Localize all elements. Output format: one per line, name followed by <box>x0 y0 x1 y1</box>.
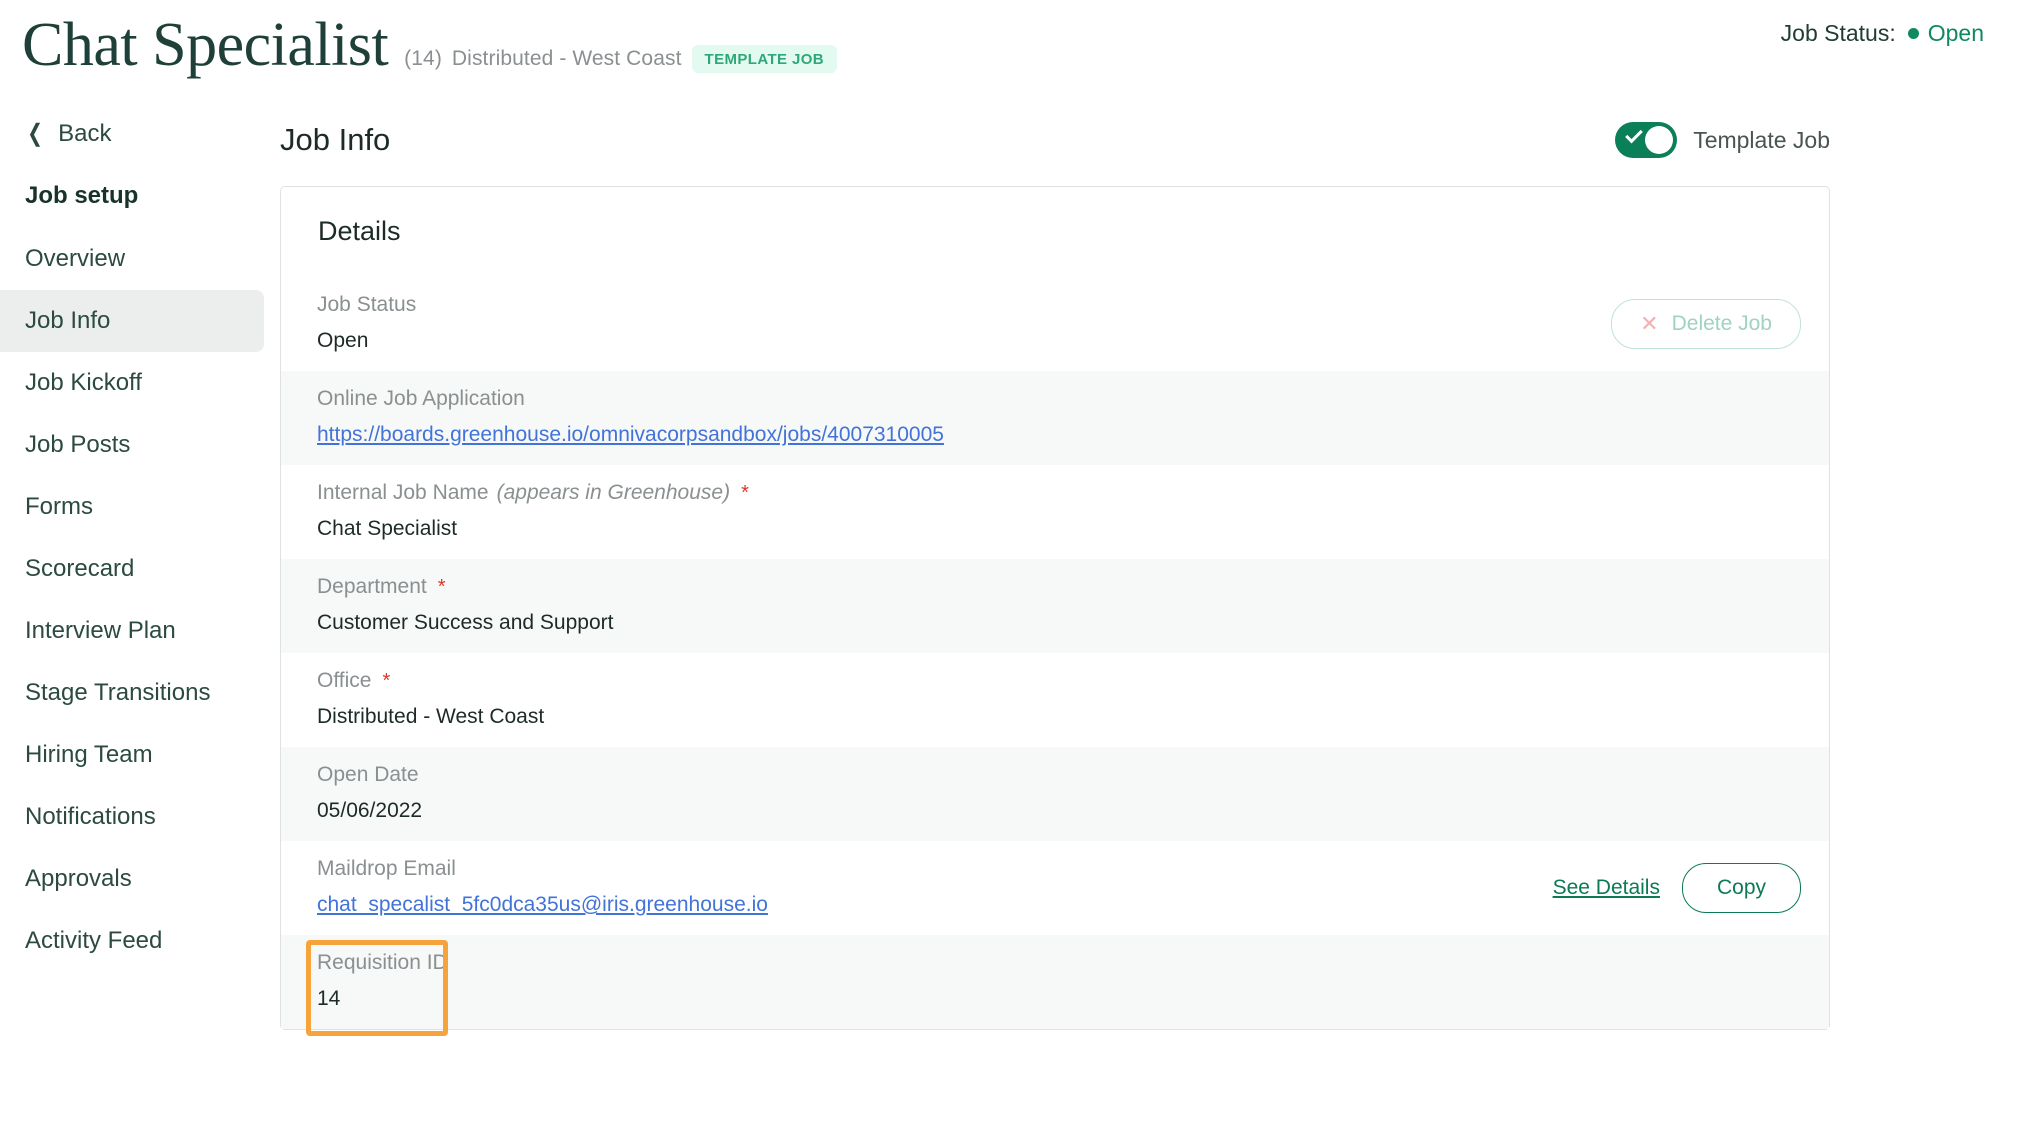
job-office: Distributed - West Coast <box>451 47 682 70</box>
back-label: Back <box>58 120 112 147</box>
detail-row: Department * Customer Success and Support <box>281 559 1829 653</box>
template-job-badge: TEMPLATE JOB <box>691 45 838 73</box>
page-title: Chat Specialist <box>22 11 389 79</box>
detail-row: Maildrop Email chat_specalist_5fc0dca35us… <box>281 841 1829 935</box>
sidebar-item-label: Job Posts <box>25 431 131 458</box>
main-content: Job Info Template Job Details Job Status… <box>264 92 2024 1036</box>
sidebar-item-label: Job Info <box>25 307 111 334</box>
detail-row: Job Status Open ✕ Delete Job <box>281 277 1829 371</box>
sidebar-item-label: Scorecard <box>25 555 135 582</box>
sidebar-heading: Job setup <box>25 182 139 209</box>
detail-label: Job Status <box>317 293 1793 317</box>
sidebar-item-activity-feed[interactable]: Activity Feed <box>0 910 264 972</box>
sidebar-item-job-posts[interactable]: Job Posts <box>0 414 264 476</box>
detail-label: Internal Job Name (appears in Greenhouse)… <box>317 481 1793 505</box>
detail-value: 05/06/2022 <box>317 799 423 822</box>
detail-label-text: Department <box>317 575 427 598</box>
detail-value: Distributed - West Coast <box>317 705 545 728</box>
required-asterisk-icon: * <box>437 576 446 598</box>
detail-label: Open Date <box>317 763 1793 787</box>
x-icon: ✕ <box>1640 311 1659 336</box>
sidebar-item-notifications[interactable]: Notifications <box>0 786 264 848</box>
detail-row: Requisition ID 14 <box>281 935 1829 1036</box>
sidebar-item-label: Job Kickoff <box>25 369 142 396</box>
detail-label-text: Open Date <box>317 763 419 786</box>
required-asterisk-icon: * <box>382 670 391 692</box>
job-status-label: Job Status: <box>1780 20 1896 46</box>
check-icon <box>1625 125 1644 144</box>
row-actions: ✕ Delete Job <box>1611 299 1801 349</box>
job-count: (14) <box>404 47 442 70</box>
required-asterisk-icon: * <box>741 482 749 504</box>
detail-label: Online Job Application <box>317 387 1793 411</box>
sidebar-item-label: Activity Feed <box>25 927 163 954</box>
template-job-toggle-label: Template Job <box>1693 126 1830 153</box>
details-list: Job Status Open ✕ Delete Job Online Job Appl… <box>281 277 1829 1036</box>
detail-value: Customer Success and Support <box>317 611 614 634</box>
sidebar-item-label: Forms <box>25 493 93 520</box>
sidebar-item-label: Overview <box>25 245 126 272</box>
detail-label-text: Online Job Application <box>317 387 525 410</box>
sidebar-item-scorecard[interactable]: Scorecard <box>0 538 264 600</box>
delete-job-button[interactable]: ✕ Delete Job <box>1611 299 1801 349</box>
detail-value: Chat Specialist <box>317 517 458 540</box>
copy-button[interactable]: Copy <box>1681 863 1801 913</box>
sidebar-item-approvals[interactable]: Approvals <box>0 848 264 910</box>
sidebar-item-job-kickoff[interactable]: Job Kickoff <box>0 352 264 414</box>
detail-value: 14 <box>317 987 341 1010</box>
sidebar-item-label: Hiring Team <box>25 741 153 768</box>
sidebar-item-job-info[interactable]: Job Info <box>0 290 264 352</box>
detail-row: Online Job Application https://boards.gre… <box>281 371 1829 465</box>
detail-label-text: Requisition ID <box>317 951 448 974</box>
back-button[interactable]: ❮ Back <box>0 114 264 154</box>
job-status-value: Open <box>1927 20 1984 46</box>
sidebar-nav: Overview Job Info Job Kickoff Job Posts Form… <box>0 228 264 972</box>
detail-label-hint: (appears in Greenhouse) <box>496 481 731 504</box>
main-header: Job Info Template Job <box>280 110 2024 170</box>
details-card-title: Details <box>318 216 401 246</box>
detail-label-text: Job Status <box>317 293 417 316</box>
sidebar: ❮ Back Job setup Overview Job Info Job Kic… <box>0 92 264 972</box>
see-details-link[interactable]: See Details <box>1553 876 1660 900</box>
detail-label-text: Office <box>317 669 372 692</box>
detail-row: Open Date 05/06/2022 <box>281 747 1829 841</box>
detail-label: Department * <box>317 575 1793 599</box>
sidebar-item-forms[interactable]: Forms <box>0 476 264 538</box>
section-title: Job Info <box>280 122 391 157</box>
detail-row: Internal Job Name (appears in Greenhouse)… <box>281 465 1829 559</box>
job-status: Job Status: Open <box>1781 20 1984 47</box>
row-actions: See Details Copy <box>1553 863 1801 913</box>
template-job-toggle-group: Template Job <box>1615 122 1830 158</box>
details-card: Details Job Status Open ✕ Delete Job Online … <box>280 186 1830 1036</box>
detail-row: Office * Distributed - West Coast <box>281 653 1829 747</box>
page-header: Chat Specialist (14) Distributed - West … <box>0 0 2024 92</box>
sidebar-item-stage-transitions[interactable]: Stage Transitions <box>0 662 264 724</box>
template-job-toggle[interactable] <box>1615 122 1678 158</box>
status-dot-icon <box>1907 28 1919 39</box>
toggle-knob <box>1645 126 1674 154</box>
sidebar-item-label: Interview Plan <box>25 617 176 644</box>
detail-label-text: Maildrop Email <box>317 857 456 880</box>
job-meta: (14) Distributed - West Coast TEMPLATE J… <box>404 45 838 77</box>
detail-label: Requisition ID <box>317 951 1793 975</box>
chevron-left-icon: ❮ <box>27 120 43 147</box>
delete-job-label: Delete Job <box>1671 312 1772 335</box>
sidebar-item-label: Notifications <box>25 803 156 830</box>
sidebar-item-overview[interactable]: Overview <box>0 228 264 290</box>
detail-value-link[interactable]: https://boards.greenhouse.io/omnivacorps… <box>317 423 1793 447</box>
detail-value: Open <box>317 329 369 352</box>
sidebar-item-label: Approvals <box>25 865 132 892</box>
sidebar-item-hiring-team[interactable]: Hiring Team <box>0 724 264 786</box>
sidebar-item-label: Stage Transitions <box>25 679 211 706</box>
sidebar-item-interview-plan[interactable]: Interview Plan <box>0 600 264 662</box>
detail-label: Office * <box>317 669 1793 693</box>
detail-label-text: Internal Job Name <box>317 481 489 504</box>
